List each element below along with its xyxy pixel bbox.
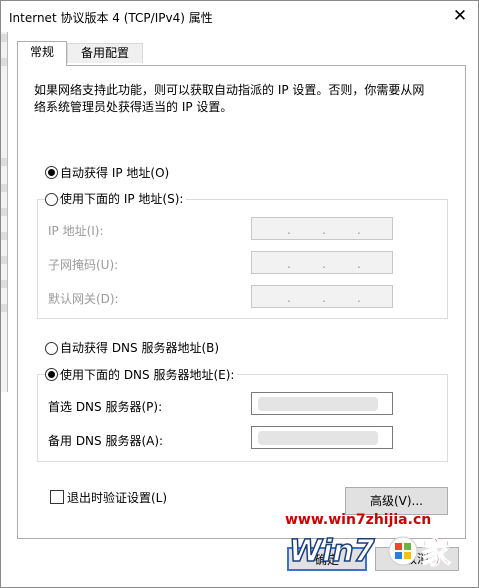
manual-dns-radio[interactable] [45,368,58,381]
ip-address-label: IP 地址(I): [48,224,104,238]
watermark-logo: Win7 家 [287,529,465,573]
manual-ip-radio[interactable] [45,193,58,206]
close-icon[interactable]: ✕ [448,5,472,27]
preferred-dns-value-blurred [258,397,378,411]
alternate-dns-label: 备用 DNS 服务器(A): [48,434,164,448]
alternate-dns-field[interactable] [251,426,393,449]
preferred-dns-field[interactable] [251,392,393,415]
validate-on-exit-checkbox[interactable] [50,490,64,504]
auto-ip-radio[interactable] [45,166,58,179]
general-panel: 如果网络支持此功能，则可以获取自动指派的 IP 设置。否则，你需要从网络系统管理… [17,65,466,539]
manual-ip-label[interactable]: 使用下面的 IP 地址(S): [60,190,187,207]
dialog-window: Internet 协议版本 4 (TCP/IPv4) 属性 ✕ 常规 备用配置 … [0,0,479,588]
watermark-url: www.win7zhijia.cn [285,512,432,528]
description-text: 如果网络支持此功能，则可以获取自动指派的 IP 设置。否则，你需要从网络系统管理… [34,83,425,114]
auto-dns-label[interactable]: 自动获得 DNS 服务器地址(B) [60,339,219,356]
title-bar: Internet 协议版本 4 (TCP/IPv4) 属性 ✕ [1,1,478,32]
default-gateway-field: . . . [251,285,393,308]
default-gateway-label: 默认网关(D): [48,292,119,306]
advanced-button[interactable]: 高级(V)... [345,487,448,515]
alternate-dns-value-blurred [258,431,378,445]
auto-dns-radio[interactable] [45,342,58,355]
tab-alternate-configuration[interactable]: 备用配置 [67,43,143,63]
subnet-mask-field: . . . [251,251,393,274]
background-window-fragment [1,32,8,392]
window-title: Internet 协议版本 4 (TCP/IPv4) 属性 [9,11,213,25]
manual-dns-label[interactable]: 使用下面的 DNS 服务器地址(E): [60,366,238,383]
svg-text:Win7: Win7 [289,534,375,569]
watermark-logo-icon: Win7 家 [288,533,451,571]
preferred-dns-label: 首选 DNS 服务器(P): [48,400,163,414]
ip-address-field: . . . [251,217,393,240]
tab-general[interactable]: 常规 [17,41,67,66]
svg-text:家: 家 [421,536,451,571]
validate-on-exit-label[interactable]: 退出时验证设置(L) [67,489,167,506]
subnet-mask-label: 子网掩码(U): [48,258,119,272]
auto-ip-label[interactable]: 自动获得 IP 地址(O) [60,164,169,181]
